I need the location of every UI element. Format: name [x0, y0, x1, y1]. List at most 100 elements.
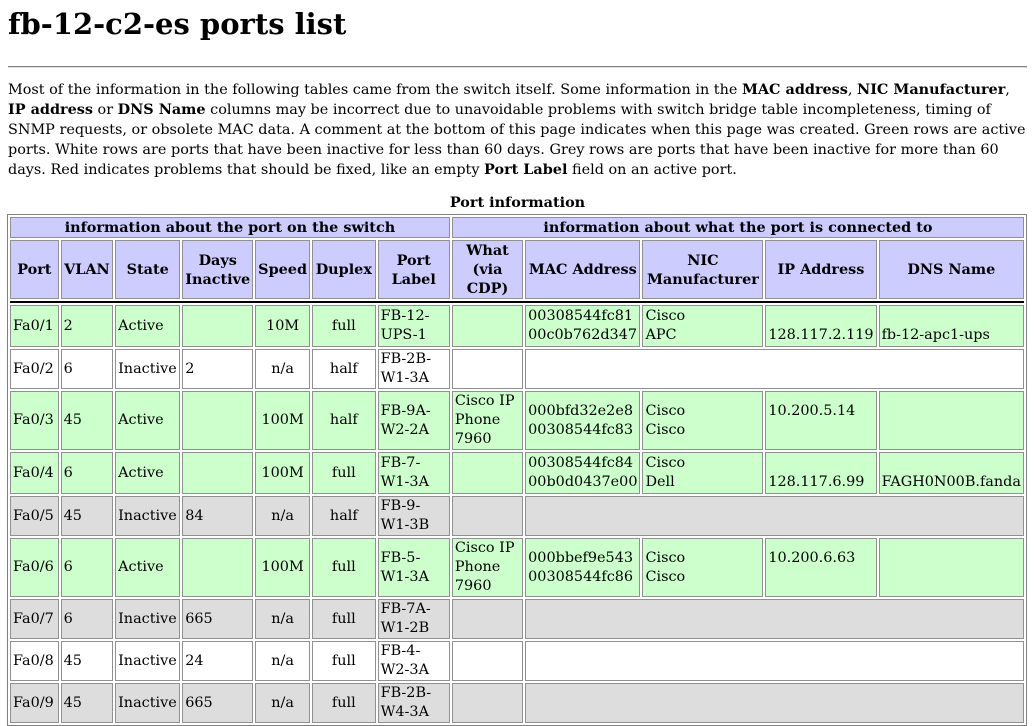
- column-header-nic-manufacturer[interactable]: NIC Manufacturer: [642, 240, 764, 299]
- nic-cell-line: Cisco: [645, 421, 686, 438]
- dns-cell-line: fb-12-apc1-ups: [881, 327, 990, 343]
- port-label-cell: FB-2B-W1-3A: [377, 349, 450, 389]
- column-header-duplex[interactable]: Duplex: [312, 240, 376, 299]
- nic-cell-line: Dell: [645, 474, 675, 490]
- what-cell-line: Cisco IP Phone: [454, 540, 515, 575]
- days-inactive-cell: 84: [182, 496, 254, 536]
- vlan-cell: 45: [60, 683, 114, 723]
- ip-cell-line: [768, 421, 873, 440]
- table-caption: Port information: [449, 194, 586, 211]
- days-inactive-cell: 665: [182, 683, 254, 723]
- nic-cell-line: Cisco: [645, 568, 686, 585]
- port-label-cell: FB-7-W1-3A: [377, 452, 450, 494]
- table-row: Fa0/7 6 Inactive 665 n/a full FB-7A-W1-2B: [10, 599, 1024, 639]
- divider: [8, 66, 1027, 68]
- nic-cell-line: Cisco: [645, 549, 686, 566]
- speed-cell: 100M: [255, 452, 311, 494]
- page: fb-12-c2-es ports list Most of the infor…: [0, 6, 1035, 726]
- speed-cell: 10M: [255, 305, 311, 347]
- port-cell: Fa0/1: [10, 305, 59, 347]
- what-cell: [451, 683, 524, 723]
- what-cell-line: [455, 326, 520, 345]
- speed-cell: 100M: [255, 391, 311, 450]
- dns-cell-line: [882, 421, 1021, 440]
- port-label-cell: FB-5-W1-3A: [377, 538, 450, 597]
- column-header-speed[interactable]: Speed: [255, 240, 311, 299]
- dns-cell-line: [882, 402, 1021, 421]
- mac-cell: 00308544fc84 00b0d0437e00: [525, 452, 641, 494]
- days-inactive-cell: 24: [182, 641, 254, 681]
- column-header-state[interactable]: State: [115, 240, 181, 299]
- nic-cell: Cisco APC: [642, 305, 764, 347]
- mac-cell-line: 000bbef9e543: [528, 549, 634, 566]
- connection-empty-cell: [525, 683, 1024, 723]
- state-cell: Inactive: [115, 496, 181, 536]
- port-cell: Fa0/3: [10, 391, 59, 450]
- mac-cell-line: 00b0d0437e00: [528, 474, 638, 490]
- column-header-what-cdp[interactable]: What (via CDP): [451, 240, 524, 299]
- what-cell: [451, 641, 524, 681]
- state-cell: Active: [115, 391, 181, 450]
- duplex-cell: full: [312, 538, 376, 597]
- column-header-port-label[interactable]: Port Label: [377, 240, 450, 299]
- vlan-cell: 6: [60, 599, 114, 639]
- what-cell: [451, 305, 524, 347]
- ip-cell-line: [768, 454, 873, 473]
- table-row: Fa0/4 6 Active 100M full FB-7-W1-3A 00308544fc…: [10, 452, 1024, 494]
- what-cell-line: [455, 307, 520, 326]
- speed-cell: n/a: [255, 496, 311, 536]
- mac-cell-line: 00308544fc84: [528, 455, 634, 471]
- nic-cell-line: APC: [645, 327, 677, 343]
- nic-cell: Cisco Cisco: [642, 538, 764, 597]
- column-header-port[interactable]: Port: [10, 240, 59, 299]
- what-cell-line: Cisco IP Phone: [454, 393, 515, 428]
- port-cell: Fa0/5: [10, 496, 59, 536]
- ip-cell: 128.117.6.99: [765, 452, 877, 494]
- duplex-cell: full: [312, 683, 376, 723]
- column-header-vlan[interactable]: VLAN: [60, 240, 114, 299]
- state-cell: Active: [115, 305, 181, 347]
- connection-empty-cell: [525, 496, 1024, 536]
- column-header-mac-address[interactable]: MAC Address: [525, 240, 641, 299]
- port-cell: Fa0/7: [10, 599, 59, 639]
- column-header-days-inactive[interactable]: Days Inactive: [182, 240, 254, 299]
- what-cell: [451, 349, 524, 389]
- vlan-cell: 6: [60, 538, 114, 597]
- page-title: fb-12-c2-es ports list: [8, 7, 347, 41]
- what-cell-line: 7960: [454, 431, 492, 447]
- connection-empty-cell: [525, 641, 1024, 681]
- state-cell: Active: [115, 452, 181, 494]
- connection-empty-cell: [525, 599, 1024, 639]
- column-header-dns-name[interactable]: DNS Name: [878, 240, 1024, 299]
- duplex-cell: full: [312, 305, 376, 347]
- group-header-switch: information about the port on the switch: [10, 217, 450, 238]
- intro-paragraph: Most of the information in the following…: [8, 81, 1026, 178]
- column-header-ip-address[interactable]: IP Address: [765, 240, 877, 299]
- vlan-cell: 45: [60, 496, 114, 536]
- group-header-connected: information about what the port is conne…: [451, 217, 1024, 238]
- speed-cell: n/a: [255, 641, 311, 681]
- speed-cell: 100M: [255, 538, 311, 597]
- table-row: Fa0/2 6 Inactive 2 n/a half FB-2B-W1-3A: [10, 349, 1024, 389]
- ip-cell: 10.200.5.14: [765, 391, 877, 450]
- state-cell: Active: [115, 538, 181, 597]
- dns-cell: FAGH0N00B.fanda: [878, 452, 1024, 494]
- vlan-cell: 45: [60, 391, 114, 450]
- days-inactive-cell: [182, 538, 254, 597]
- table-row: Fa0/1 2 Active 10M full FB-12-UPS-1 00308544fc…: [10, 305, 1024, 347]
- what-cell: [451, 599, 524, 639]
- what-cell: [451, 452, 524, 494]
- ip-cell-line: 10.200.5.14: [768, 402, 856, 419]
- duplex-cell: half: [312, 496, 376, 536]
- days-inactive-cell: [182, 452, 254, 494]
- state-cell: Inactive: [115, 641, 181, 681]
- duplex-cell: full: [312, 452, 376, 494]
- duplex-cell: half: [312, 349, 376, 389]
- what-cell: Cisco IP Phone 7960: [451, 538, 524, 597]
- duplex-cell: half: [312, 391, 376, 450]
- dns-cell-line: [882, 307, 1021, 326]
- mac-cell-line: 00308544fc83: [528, 421, 634, 438]
- ip-cell-line: 128.117.6.99: [768, 474, 865, 490]
- port-cell: Fa0/2: [10, 349, 59, 389]
- nic-cell-line: Cisco: [645, 308, 686, 324]
